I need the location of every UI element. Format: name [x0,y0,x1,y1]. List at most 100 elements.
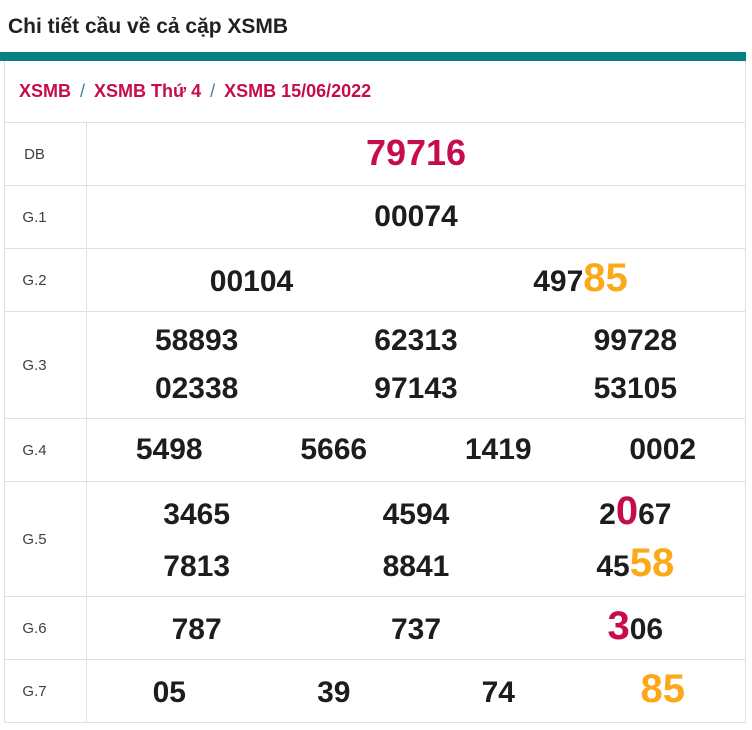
digits: 39 [317,676,351,709]
prize-value: 3465 [87,492,306,538]
breadcrumb-link[interactable]: XSMB Thứ 4 [94,81,201,102]
prize-values: 3465 4594 2067 7813 8841 4558 [87,482,745,596]
digits: 74 [481,676,515,709]
prize-value: 39 [252,670,417,716]
prize-values: 58893 62313 99728 02338 97143 53105 [87,312,745,418]
value-line: 787 737 306 [87,603,745,653]
highlighted-digits: 0 [615,489,639,533]
value-line: 00104 49785 [87,255,745,305]
results-panel: XSMB / XSMB Thứ 4 / XSMB 15/06/2022 DB 79716 G… [4,61,746,723]
highlighted-digits: 85 [640,667,686,711]
prize-value: 97143 [306,366,525,412]
table-row: G.3 58893 62313 99728 02338 97143 53105 [5,312,745,419]
digits: 00104 [209,265,294,298]
highlighted-digits: 3 [607,604,630,648]
prize-value: 787 [87,607,306,653]
prize-value: 1419 [416,427,581,473]
prize-value: 02338 [87,366,306,412]
breadcrumb-separator: / [210,81,216,101]
prize-label: G.5 [5,482,87,596]
digits: 02338 [154,372,239,405]
digits: 3465 [163,498,231,531]
prize-value: 58893 [87,318,306,364]
prize-value: 53105 [526,366,745,412]
prize-values: 00074 [87,186,745,248]
teal-accent-bar [0,52,746,61]
prize-label: G.4 [5,419,87,481]
prize-label: G.3 [5,312,87,418]
prize-value: 00074 [87,194,745,240]
table-row: G.2 00104 49785 [5,249,745,312]
prize-values: 05 39 74 85 [87,660,745,722]
prize-value: 05 [87,670,252,716]
digits: 06 [629,613,664,646]
prize-values: 787 737 306 [87,597,745,659]
value-line: 02338 97143 53105 [87,366,745,412]
digits: 99728 [593,324,678,357]
digits: 5666 [300,433,368,466]
prize-values: 5498 5666 1419 0002 [87,419,745,481]
prize-label: G.6 [5,597,87,659]
digits: 62313 [374,324,458,357]
digits: 2 [599,498,616,531]
page-title: Chi tiết cầu về cả cặp XSMB [8,15,289,38]
value-line: 7813 8841 4558 [87,540,745,590]
table-row: DB 79716 [5,123,745,186]
digits: 737 [390,613,442,646]
prize-value: 4594 [306,492,525,538]
prize-value: 62313 [306,318,525,364]
table-row: G.1 00074 [5,186,745,249]
value-line: 05 39 74 85 [87,666,745,716]
highlighted-digits: 79716 [365,131,467,173]
prize-values: 79716 [87,123,745,185]
digits: 58893 [154,324,239,357]
prize-value: 00104 [87,259,416,305]
table-row: G.7 05 39 74 85 [5,660,745,722]
highlighted-digits: 85 [583,256,628,300]
value-line: 3465 4594 2067 [87,488,745,538]
value-line: 58893 62313 99728 [87,318,745,364]
breadcrumb-separator: / [80,81,86,101]
prize-table: DB 79716 G.1 00074 G.2 00104 49785 G.3 58893 6231… [5,123,745,722]
digits: 67 [638,498,672,531]
prize-value: 0002 [581,427,746,473]
digits: 4594 [382,498,450,531]
breadcrumb: XSMB / XSMB Thứ 4 / XSMB 15/06/2022 [5,61,745,123]
digits: 05 [152,676,186,709]
prize-value: 99728 [526,318,745,364]
digits: 1419 [464,433,532,466]
prize-values: 00104 49785 [87,249,745,311]
prize-value: 737 [306,607,525,653]
table-row: G.5 3465 4594 2067 7813 8841 4558 [5,482,745,597]
prize-value: 74 [416,670,581,716]
lottery-results-page: Chi tiết cầu về cả cặp XSMB XSMB / XSMB Th… [0,14,752,723]
prize-value: 79716 [87,130,745,179]
prize-value: 7813 [87,544,306,590]
digits: 00074 [374,200,458,233]
prize-value: 49785 [416,255,745,305]
value-line: 79716 [87,130,745,179]
prize-label: G.2 [5,249,87,311]
digits: 5498 [135,433,203,466]
prize-value: 5666 [252,427,417,473]
digits: 53105 [593,372,678,405]
prize-value: 2067 [526,488,745,538]
digits: 787 [171,613,222,646]
digits: 45 [596,550,630,583]
value-line: 00074 [87,194,745,240]
digits: 97143 [374,372,458,405]
highlighted-digits: 58 [629,541,675,585]
table-row: G.4 5498 5666 1419 0002 [5,419,745,482]
prize-value: 85 [581,666,746,716]
digits: 497 [533,265,584,298]
prize-value: 4558 [526,540,745,590]
digits: 7813 [163,550,231,583]
digits: 0002 [629,433,697,466]
prize-value: 8841 [306,544,525,590]
prize-label: G.7 [5,660,87,722]
prize-label: G.1 [5,186,87,248]
prize-value: 5498 [87,427,252,473]
breadcrumb-link[interactable]: XSMB [19,81,71,102]
value-line: 5498 5666 1419 0002 [87,427,745,473]
breadcrumb-link[interactable]: XSMB 15/06/2022 [224,81,371,102]
